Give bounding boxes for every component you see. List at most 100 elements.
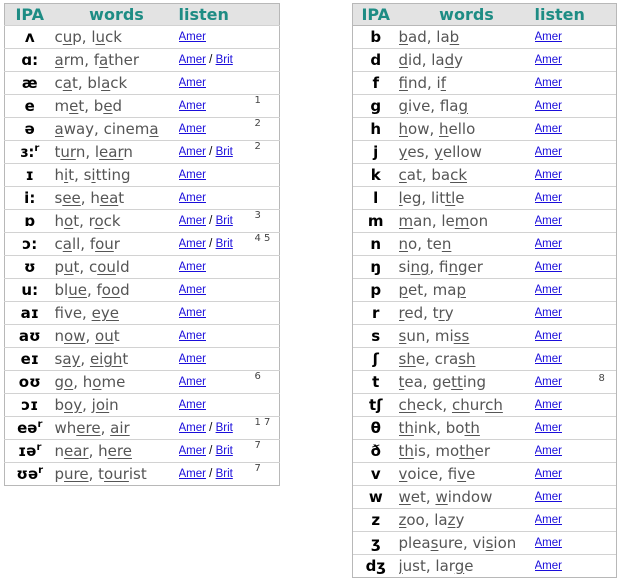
amer-audio-link[interactable]: Amer bbox=[179, 215, 206, 227]
example-words: no, ten bbox=[398, 235, 452, 253]
ipa-symbol: ʊ bbox=[23, 258, 36, 276]
amer-audio-link[interactable]: Amer bbox=[535, 169, 562, 181]
amer-audio-link[interactable]: Amer bbox=[535, 399, 562, 411]
amer-audio-link[interactable]: Amer bbox=[179, 169, 206, 181]
amer-audio-link[interactable]: Amer bbox=[179, 54, 206, 66]
amer-audio-link[interactable]: Amer bbox=[535, 54, 562, 66]
example-words: go, home bbox=[54, 373, 126, 391]
amer-audio-link[interactable]: Amer bbox=[179, 100, 206, 112]
amer-audio-link[interactable]: Amer bbox=[535, 445, 562, 457]
amer-audio-link[interactable]: Amer bbox=[179, 445, 206, 457]
footnote-ref: 7 bbox=[254, 440, 261, 451]
listen-links: Amer bbox=[535, 256, 599, 279]
brit-audio-link[interactable]: Brit bbox=[216, 146, 233, 158]
listen-links: Amer bbox=[535, 279, 599, 302]
listen-links: Amer bbox=[179, 95, 255, 118]
brit-audio-link[interactable]: Brit bbox=[216, 445, 233, 457]
table-row: ʌ cup, luck Amer bbox=[4, 25, 280, 49]
amer-audio-link[interactable]: Amer bbox=[535, 468, 562, 480]
amer-audio-link[interactable]: Amer bbox=[535, 31, 562, 43]
table-row: ʊ put, could Amer bbox=[4, 255, 280, 279]
footnote-ref bbox=[255, 302, 280, 325]
ipa-symbol: ŋ bbox=[370, 258, 382, 276]
ipa-symbol: m bbox=[367, 212, 384, 230]
amer-audio-link[interactable]: Amer bbox=[535, 514, 562, 526]
example-words: met, bed bbox=[54, 97, 123, 115]
amer-audio-link[interactable]: Amer bbox=[535, 560, 562, 572]
table-row: aʊ now, out Amer bbox=[4, 324, 280, 348]
example-words: see, heat bbox=[54, 189, 125, 207]
amer-audio-link[interactable]: Amer bbox=[179, 284, 206, 296]
table-row: ɒ hot, rock Amer / Brit 3 bbox=[4, 209, 280, 233]
amer-audio-link[interactable]: Amer bbox=[179, 238, 206, 250]
consonants-table: IPA words listen b bad, lab Amer d did, lady… bbox=[352, 3, 617, 578]
footnote-ref: 1 bbox=[254, 95, 261, 106]
amer-audio-link[interactable]: Amer bbox=[535, 307, 562, 319]
example-words: cat, back bbox=[398, 166, 468, 184]
amer-audio-link[interactable]: Amer bbox=[535, 77, 562, 89]
amer-audio-link[interactable]: Amer bbox=[179, 31, 206, 43]
link-separator: / bbox=[205, 238, 216, 250]
amer-audio-link[interactable]: Amer bbox=[179, 261, 206, 273]
amer-audio-link[interactable]: Amer bbox=[535, 261, 562, 273]
footnote-ref bbox=[599, 509, 617, 532]
amer-audio-link[interactable]: Amer bbox=[535, 146, 562, 158]
header-note bbox=[255, 4, 280, 26]
amer-audio-link[interactable]: Amer bbox=[535, 537, 562, 549]
amer-audio-link[interactable]: Amer bbox=[179, 307, 206, 319]
footnote-ref bbox=[599, 95, 617, 118]
brit-audio-link[interactable]: Brit bbox=[216, 468, 233, 480]
amer-audio-link[interactable]: Amer bbox=[535, 100, 562, 112]
example-words: just, large bbox=[398, 557, 474, 575]
amer-audio-link[interactable]: Amer bbox=[535, 376, 562, 388]
amer-audio-link[interactable]: Amer bbox=[179, 468, 206, 480]
footnote-ref bbox=[599, 440, 617, 463]
amer-audio-link[interactable]: Amer bbox=[535, 422, 562, 434]
listen-links: Amer bbox=[179, 164, 255, 187]
table-row: ʒ pleasure, vision Amer bbox=[352, 531, 617, 555]
amer-audio-link[interactable]: Amer bbox=[179, 353, 206, 365]
table-row: w wet, window Amer bbox=[352, 485, 617, 509]
ipa-symbol: ɪər bbox=[18, 442, 42, 460]
example-words: how, hello bbox=[398, 120, 476, 138]
amer-audio-link[interactable]: Amer bbox=[535, 284, 562, 296]
table-row: ð this, mother Amer bbox=[352, 439, 617, 463]
ipa-symbol: p bbox=[370, 281, 382, 299]
amer-audio-link[interactable]: Amer bbox=[535, 491, 562, 503]
amer-audio-link[interactable]: Amer bbox=[535, 123, 562, 135]
ipa-symbol: r bbox=[372, 304, 380, 322]
amer-audio-link[interactable]: Amer bbox=[535, 353, 562, 365]
vowels-table-header: IPA words listen bbox=[4, 3, 280, 26]
brit-audio-link[interactable]: Brit bbox=[216, 215, 233, 227]
table-row: e met, bed Amer 1 bbox=[4, 94, 280, 118]
amer-audio-link[interactable]: Amer bbox=[179, 77, 206, 89]
table-row: eɪ say, eight Amer bbox=[4, 347, 280, 371]
amer-audio-link[interactable]: Amer bbox=[535, 192, 562, 204]
amer-audio-link[interactable]: Amer bbox=[179, 192, 206, 204]
footnote-ref bbox=[599, 118, 617, 141]
amer-audio-link[interactable]: Amer bbox=[535, 238, 562, 250]
footnote-ref bbox=[599, 302, 617, 325]
brit-audio-link[interactable]: Brit bbox=[216, 422, 233, 434]
amer-audio-link[interactable]: Amer bbox=[179, 123, 206, 135]
amer-audio-link[interactable]: Amer bbox=[179, 376, 206, 388]
vowels-table-body: ʌ cup, luck Amer ɑ: arm, father Amer / Brit æ c… bbox=[4, 25, 280, 486]
amer-audio-link[interactable]: Amer bbox=[535, 330, 562, 342]
amer-audio-link[interactable]: Amer bbox=[535, 215, 562, 227]
example-words: cup, luck bbox=[54, 28, 122, 46]
ipa-symbol: z bbox=[371, 511, 381, 529]
amer-audio-link[interactable]: Amer bbox=[179, 399, 206, 411]
amer-audio-link[interactable]: Amer bbox=[179, 330, 206, 342]
ipa-symbol: eɪ bbox=[20, 350, 39, 368]
brit-audio-link[interactable]: Brit bbox=[216, 238, 233, 250]
footnote-ref bbox=[599, 26, 617, 49]
ipa-symbol: u: bbox=[21, 281, 39, 299]
header-ipa: IPA bbox=[15, 5, 45, 24]
listen-links: Amer / Brit bbox=[179, 463, 255, 486]
amer-audio-link[interactable]: Amer bbox=[179, 146, 206, 158]
header-ipa: IPA bbox=[361, 5, 391, 24]
brit-audio-link[interactable]: Brit bbox=[216, 54, 233, 66]
table-row: eər where, air Amer / Brit 1 7 bbox=[4, 416, 280, 440]
amer-audio-link[interactable]: Amer bbox=[179, 422, 206, 434]
example-words: this, mother bbox=[398, 442, 491, 460]
